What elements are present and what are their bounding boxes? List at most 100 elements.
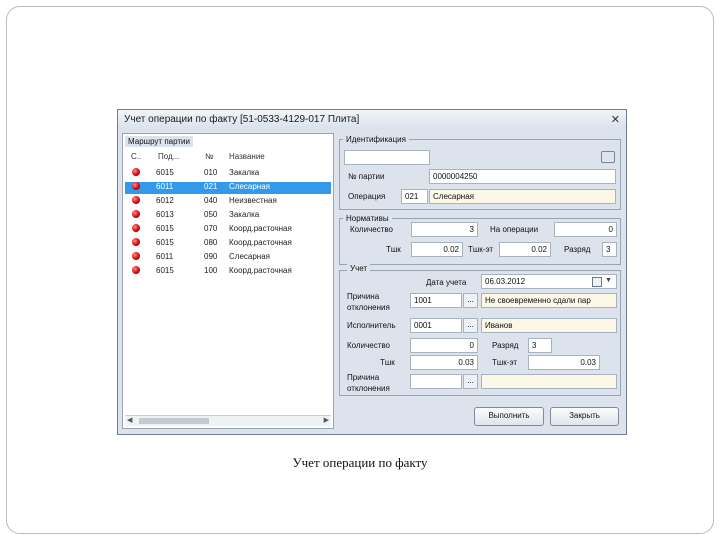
cell-pod: 6012 [156,196,174,205]
norms-tsh-sum-field: 0.02 [499,242,551,257]
reason2-select-button[interactable]: ... [463,374,478,389]
close-icon[interactable]: ✕ [611,113,620,126]
route-group-title: Маршрут партии [125,136,193,147]
executor-select-button[interactable]: ... [463,318,478,333]
scroll-left-icon[interactable]: ◀ [127,416,132,426]
status-dot-icon [132,182,140,190]
col-num-header[interactable]: № [205,152,214,161]
batch-field[interactable]: 0000004250 [429,169,616,184]
norms-tsh-field: 0.02 [411,242,463,257]
col-name-header[interactable]: Название [229,152,265,161]
norms-title: Нормативы [343,213,392,224]
reason2-label: Причина отклонения [347,373,390,393]
slide-caption: Учет операции по факту [292,455,428,470]
operation-num-field[interactable]: 021 [401,189,428,204]
norms-quantity-field: 3 [411,222,478,237]
executor-name-field: Иванов [481,318,617,333]
cell-name: Неизвестная [229,196,277,205]
cell-name: Слесарная [229,252,270,261]
table-row[interactable]: 6011 021 Слесарная [125,182,331,194]
reason-text-field: Не своевременно сдали пар [481,293,617,308]
table-row[interactable]: 6013 050 Закалка [125,210,331,222]
status-dot-icon [132,266,140,274]
col-status-header[interactable]: С.. [131,152,141,161]
acc-tsh-label: Тшк [380,358,395,367]
table-row[interactable]: 6015 070 Коорд.расточная [125,224,331,236]
title-bar: Учет операции по факту [51-0533-4129-017… [118,110,626,130]
date-label: Дата учета [426,278,467,287]
cell-num: 070 [204,224,218,233]
route-grid-header: С.. Под... № Название [125,152,331,164]
route-panel: Маршрут партии С.. Под... № Название 601… [122,133,334,429]
cell-num: 100 [204,266,218,275]
cell-num: 090 [204,252,218,261]
cell-name: Коорд.расточная [229,266,292,275]
status-dot-icon [132,224,140,232]
dialog-window: Учет операции по факту [51-0533-4129-017… [117,109,627,435]
norms-tsh-sum-label: Тшк-эт [468,245,494,254]
cell-pod: 6015 [156,224,174,233]
acc-tsh-sum-field[interactable]: 0.03 [528,355,600,370]
cell-name: Коорд.расточная [229,224,292,233]
col-pod-header[interactable]: Под... [158,152,179,161]
operation-label: Операция [348,192,386,201]
cell-name: Закалка [229,210,260,219]
acc-tsh-sum-label: Тшк-эт [492,358,518,367]
acc-grade-field[interactable]: 3 [528,338,552,353]
cell-num: 080 [204,238,218,247]
status-dot-icon [132,210,140,218]
table-row[interactable]: 6015 010 Закалка [125,168,331,180]
cell-num: 021 [204,182,218,191]
window-title: Учет операции по факту [51-0533-4129-017… [124,114,360,125]
executor-label: Исполнитель [347,321,396,330]
table-row[interactable]: 6011 090 Слесарная [125,252,331,264]
status-dot-icon [132,238,140,246]
table-row[interactable]: 6012 040 Неизвестная [125,196,331,208]
calendar-icon[interactable] [592,277,602,287]
cell-pod: 6011 [156,182,174,191]
cell-pod: 6015 [156,168,174,177]
reason2-code-field[interactable] [410,374,462,389]
executor-code-field[interactable]: 0001 [410,318,462,333]
scanner-icon[interactable] [601,151,615,163]
cell-num: 040 [204,196,218,205]
cell-pod: 6015 [156,266,174,275]
table-row[interactable]: 6015 100 Коорд.расточная [125,266,331,278]
batch-label: № партии [348,172,385,181]
table-row[interactable]: 6015 080 Коорд.расточная [125,238,331,250]
reason2-text-field [481,374,617,389]
cell-name: Закалка [229,168,260,177]
cell-pod: 6011 [156,252,174,261]
norms-tsh-label: Тшк [386,245,401,254]
status-dot-icon [132,252,140,260]
barcode-field[interactable] [344,150,430,165]
reason-code-field[interactable]: 1001 [410,293,462,308]
acc-quantity-field[interactable]: 0 [410,338,478,353]
at-operation-field: 0 [554,222,617,237]
cell-name: Коорд.расточная [229,238,292,247]
reason-select-button[interactable]: ... [463,293,478,308]
close-button[interactable]: Закрыть [550,407,619,426]
status-dot-icon [132,168,140,176]
acc-grade-label: Разряд [492,341,519,350]
cell-pod: 6015 [156,238,174,247]
accounting-title: Учет [347,263,371,274]
cell-name: Слесарная [229,182,270,191]
status-dot-icon [132,196,140,204]
norms-quantity-label: Количество [350,225,393,234]
identification-title: Идентификация [343,134,409,145]
horizontal-scrollbar[interactable]: ◀ ▶ [125,415,331,426]
cell-pod: 6013 [156,210,174,219]
reason-label: Причина отклонения [347,292,390,312]
norms-grade-field: 3 [602,242,617,257]
scroll-right-icon[interactable]: ▶ [324,416,329,426]
execute-button[interactable]: Выполнить [474,407,544,426]
cell-num: 010 [204,168,218,177]
acc-quantity-label: Количество [347,341,390,350]
chevron-down-icon[interactable]: ▼ [605,277,612,284]
operation-name-field: Слесарная [429,189,616,204]
scroll-thumb[interactable] [139,418,209,424]
acc-tsh-field[interactable]: 0.03 [410,355,478,370]
at-operation-label: На операции [490,225,539,234]
norms-grade-label: Разряд [564,245,591,254]
